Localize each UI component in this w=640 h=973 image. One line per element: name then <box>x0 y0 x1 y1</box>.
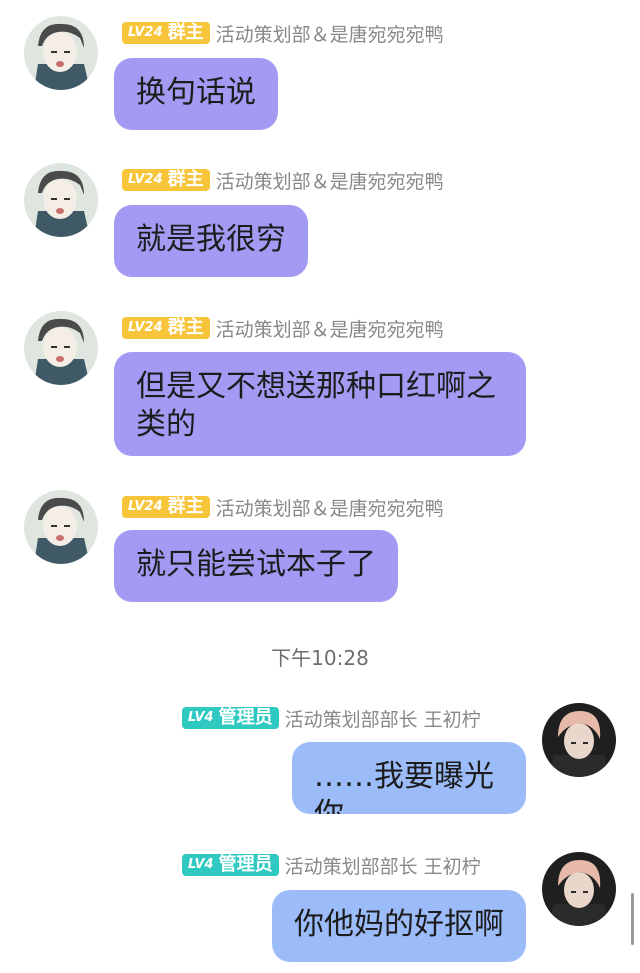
message-item: LV4 管理员 活动策划部部长 王初柠 你他妈的好抠啊 <box>0 848 640 973</box>
sender-name: 活动策划部＆是唐宛宛宛鸭 <box>215 23 444 46</box>
scrollbar[interactable] <box>631 893 634 945</box>
avatar[interactable] <box>24 16 98 90</box>
chat-view: LV24 群主 活动策划部＆是唐宛宛宛鸭 换句话说 LV24 群主 活动策划部＆… <box>0 0 640 973</box>
message-item: LV24 群主 活动策划部＆是唐宛宛宛鸭 就只能尝试本子了 <box>0 490 640 610</box>
admin-badge: LV4 管理员 <box>182 854 279 876</box>
sender-name: 活动策划部部长 王初柠 <box>284 855 481 878</box>
message-text: ……我要曝光你 <box>314 759 494 814</box>
message-text: 你他妈的好抠啊 <box>294 907 504 942</box>
message-text: 但是又不想送那种口红啊之类的 <box>136 369 496 442</box>
message-text: 换句话说 <box>136 75 256 110</box>
sender-name: 活动策划部＆是唐宛宛宛鸭 <box>215 318 444 341</box>
owner-badge: LV24 群主 <box>122 496 210 518</box>
message-bubble[interactable]: 就是我很穷 <box>114 205 308 277</box>
message-bubble[interactable]: 你他妈的好抠啊 <box>272 890 526 962</box>
message-item: LV24 群主 活动策划部＆是唐宛宛宛鸭 就是我很穷 <box>0 163 640 283</box>
sender-name: 活动策划部＆是唐宛宛宛鸭 <box>215 497 444 520</box>
owner-badge: LV24 群主 <box>122 22 210 44</box>
avatar[interactable] <box>24 490 98 564</box>
message-bubble[interactable]: 换句话说 <box>114 58 278 130</box>
sender-name: 活动策划部＆是唐宛宛宛鸭 <box>215 170 444 193</box>
message-item: LV4 管理员 活动策划部部长 王初柠 ……我要曝光你 <box>0 701 640 821</box>
avatar[interactable] <box>24 311 98 385</box>
sender-name: 活动策划部部长 王初柠 <box>284 708 481 731</box>
avatar[interactable] <box>542 852 616 926</box>
message-bubble[interactable]: 但是又不想送那种口红啊之类的 <box>114 352 526 456</box>
message-text: 就只能尝试本子了 <box>136 547 376 582</box>
message-bubble[interactable]: 就只能尝试本子了 <box>114 530 398 602</box>
message-item: LV24 群主 活动策划部＆是唐宛宛宛鸭 但是又不想送那种口红啊之类的 <box>0 311 640 461</box>
avatar[interactable] <box>24 163 98 237</box>
message-bubble[interactable]: ……我要曝光你 <box>292 742 526 814</box>
owner-badge: LV24 群主 <box>122 317 210 339</box>
message-item: LV24 群主 活动策划部＆是唐宛宛宛鸭 换句话说 <box>0 16 640 136</box>
avatar[interactable] <box>542 703 616 777</box>
message-timestamp: 下午10:28 <box>271 646 369 670</box>
message-text: 就是我很穷 <box>136 222 286 257</box>
owner-badge: LV24 群主 <box>122 169 210 191</box>
admin-badge: LV4 管理员 <box>182 707 279 729</box>
